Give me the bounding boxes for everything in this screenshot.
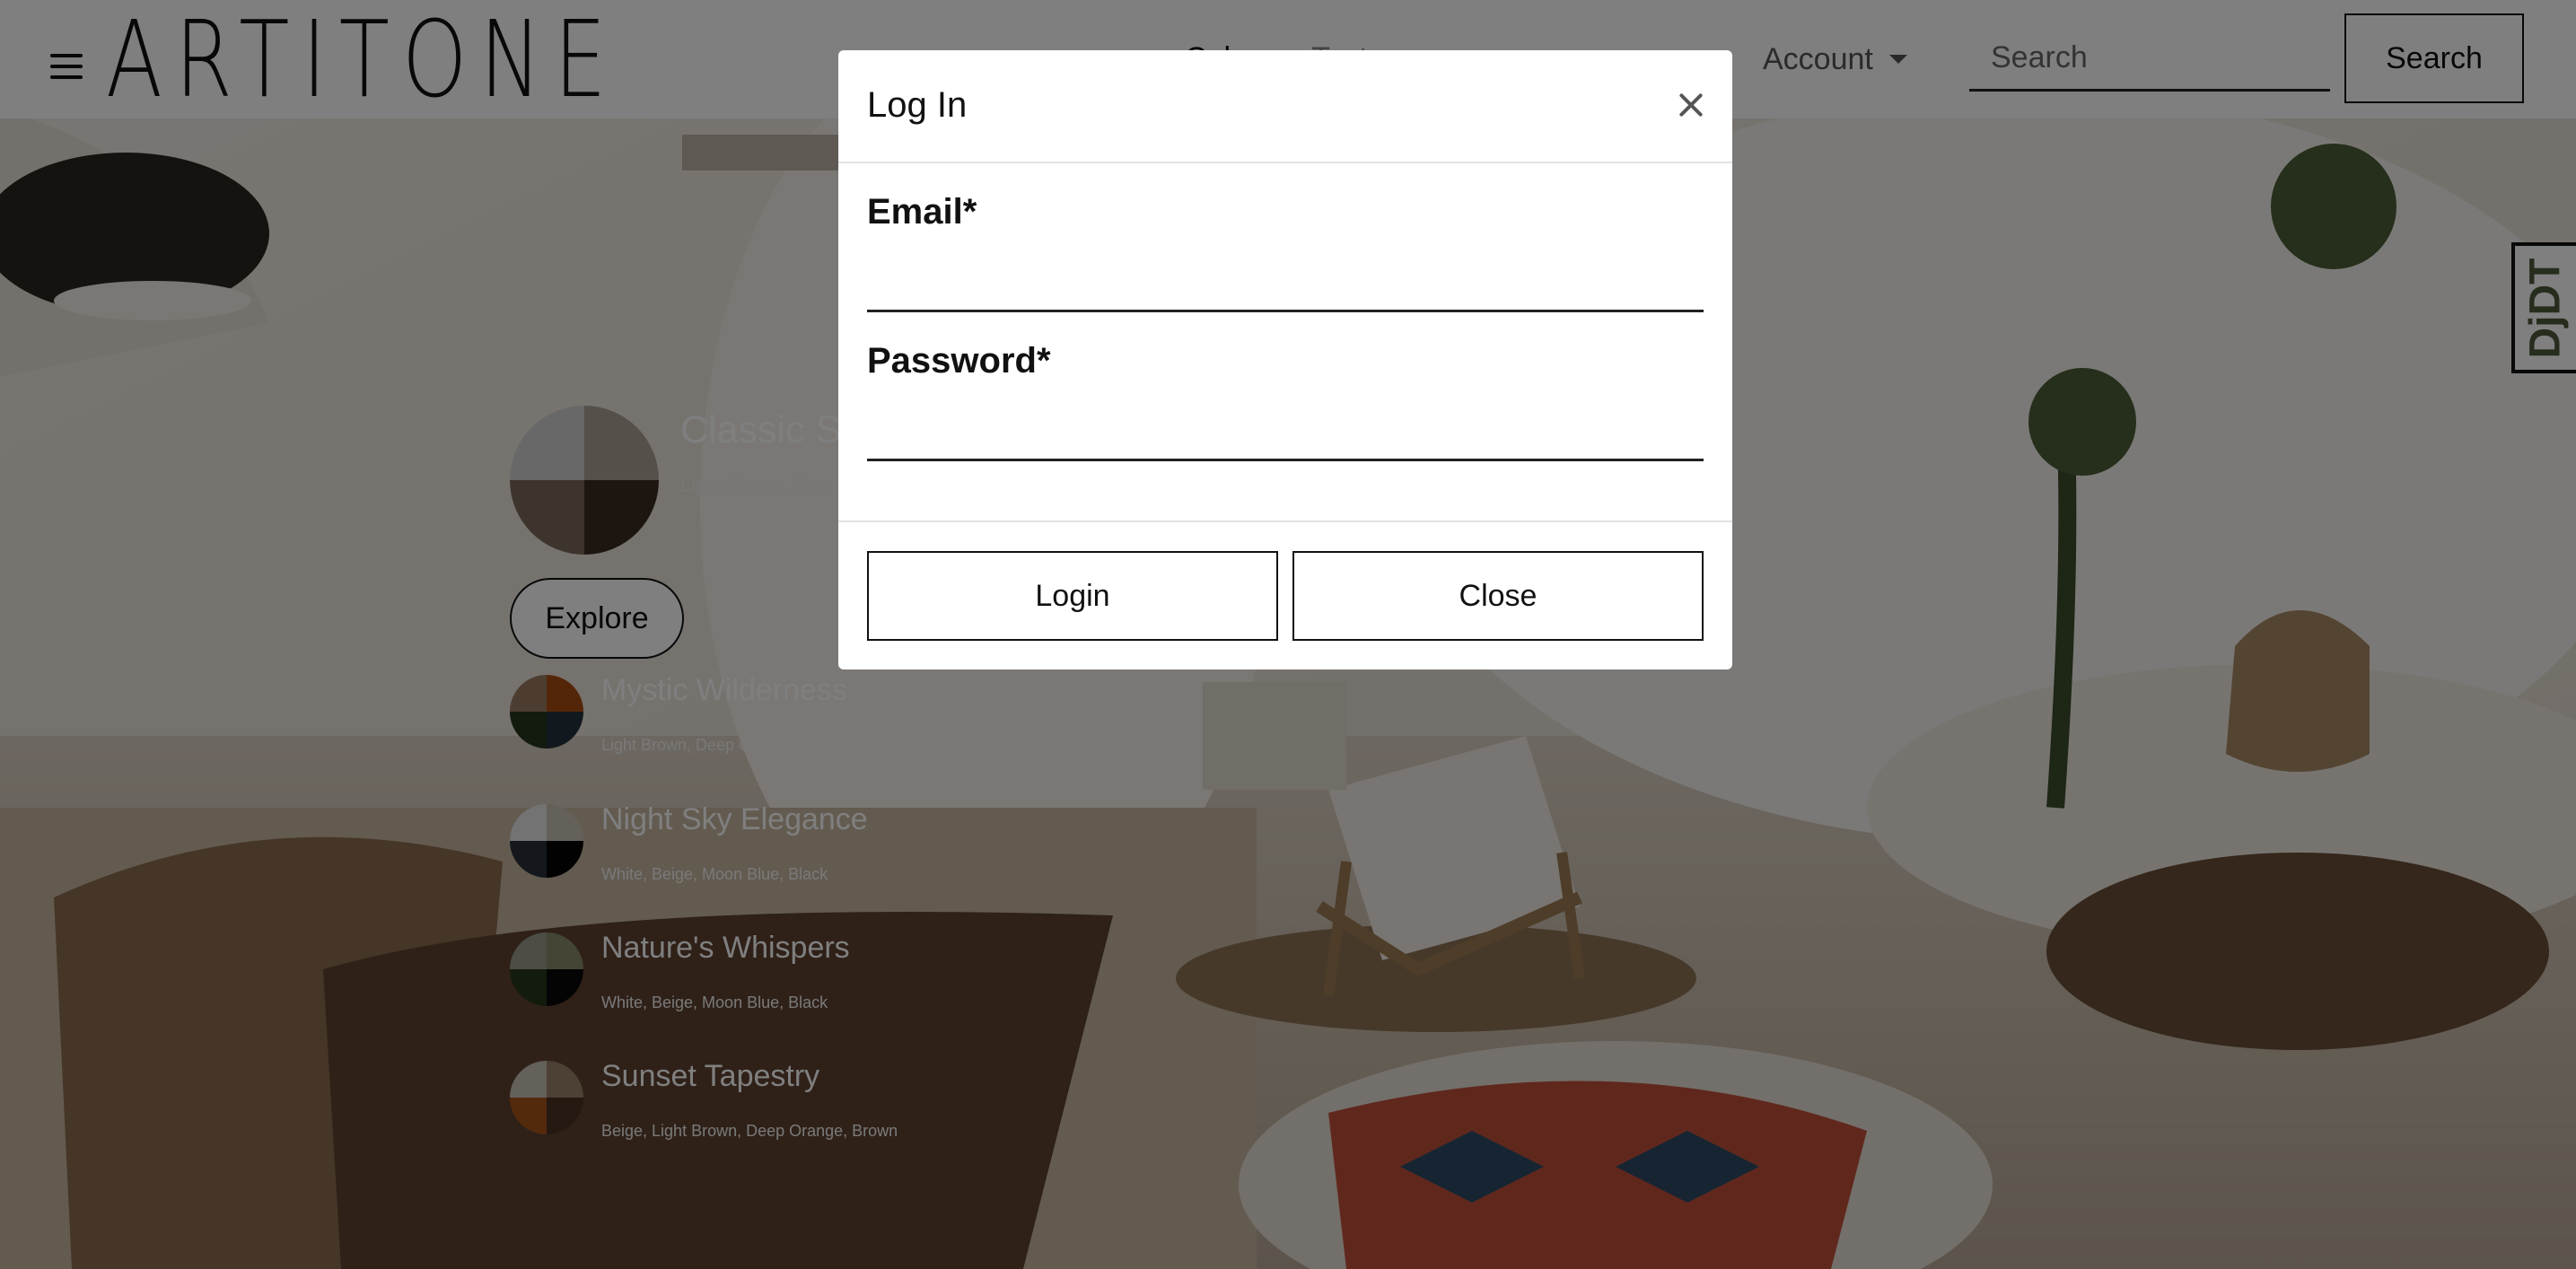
modal-title: Log In <box>867 85 968 125</box>
email-label: Email* <box>867 192 977 232</box>
email-field[interactable] <box>867 249 1704 312</box>
password-label: Password* <box>867 341 1051 381</box>
modal-header: Log In <box>838 50 1732 163</box>
password-field[interactable] <box>867 398 1704 461</box>
close-icon[interactable] <box>1668 83 1713 127</box>
login-button[interactable]: Login <box>867 551 1278 641</box>
login-modal: Log In Email* Password* Login Close <box>838 50 1732 670</box>
modal-footer: Login Close <box>838 521 1732 670</box>
close-button[interactable]: Close <box>1292 551 1704 641</box>
